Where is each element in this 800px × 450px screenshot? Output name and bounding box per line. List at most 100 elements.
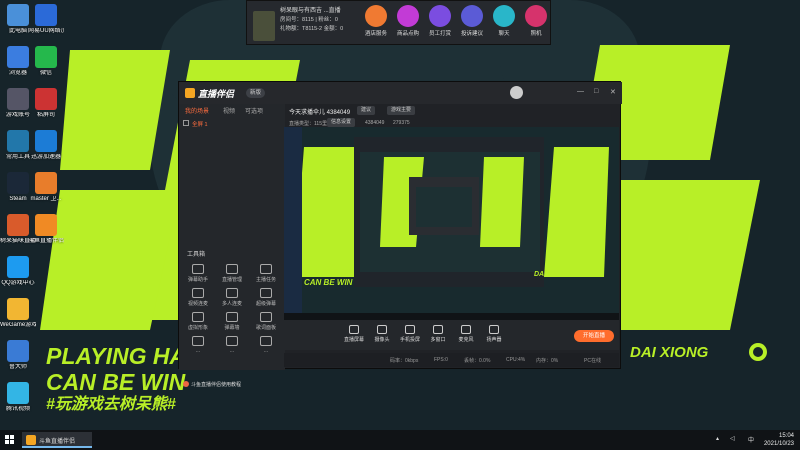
desktop-icon[interactable]: master 卫... (28, 172, 64, 203)
danmu-icon (192, 264, 204, 274)
start-stream-button[interactable]: 开始直播 (574, 330, 614, 342)
game-icon (7, 88, 29, 110)
info-icon (183, 381, 189, 387)
wall-icon (226, 312, 238, 322)
toolbox-item[interactable]: 弹幕墙 (217, 312, 247, 331)
network-icon[interactable]: ▴ (716, 435, 719, 442)
desktop-icon[interactable]: 迅游加速器 (28, 130, 64, 161)
viewer-count: 279375 (393, 120, 410, 126)
toolbar-button[interactable]: 照机 (519, 5, 553, 37)
task-icon (260, 264, 272, 274)
room-info-panel: 树呆眼与有西吉 ...直播 房间号：8115 | 粉丝：0 礼物额：T8115-… (246, 0, 551, 45)
taskbar-app-douyu[interactable]: 斗鱼直播伴侣 (22, 432, 92, 448)
version-badge[interactable]: 新版 (246, 88, 266, 98)
source-button[interactable]: 扬声器 (480, 325, 508, 343)
tutorial-link[interactable]: 斗鱼直播伴侣使用教程 (183, 381, 241, 388)
desktop-icon[interactable]: 鲁大师 (0, 340, 36, 371)
tab-video[interactable]: 视频 (223, 106, 235, 115)
toolbox-item-label: 弹幕助手 (187, 277, 208, 283)
desktop-icon[interactable]: 粘屏司 (28, 88, 64, 119)
checkbox-icon[interactable] (183, 120, 189, 126)
scene-item[interactable]: 全屏 1 (183, 120, 283, 130)
category-select[interactable]: 游戏主要 (387, 106, 416, 115)
svg-text:CAN BE WIN: CAN BE WIN (304, 278, 353, 287)
toolbar-button[interactable]: 投诉建议 (455, 5, 489, 37)
toolbox-item[interactable]: 弹幕助手 (183, 264, 213, 283)
toolbar-button[interactable]: 聊天 (487, 5, 521, 37)
maximize-button[interactable]: □ (594, 88, 598, 95)
source-button[interactable]: 多窗口 (424, 325, 452, 343)
toolbox-item[interactable]: 多人连麦 (217, 288, 247, 307)
desktop-icon[interactable]: 腾讯视频 (0, 382, 36, 413)
more2-icon (226, 336, 238, 346)
video-icon (7, 382, 29, 404)
room-type: 直播类型：115里程 (289, 121, 332, 127)
desktop: PLAYING HA CAN BE WIN #玩游戏去树呆熊# DAI XION… (0, 0, 800, 450)
avatar[interactable] (510, 86, 523, 99)
bag-icon (397, 5, 419, 27)
desktop-icon-label: WeGame游戏平台 (0, 322, 36, 328)
input-language[interactable]: 中 (748, 435, 754, 444)
source-button-label: 麦克风 (458, 337, 474, 343)
toolbox-item[interactable]: 超级弹幕 (251, 288, 281, 307)
desktop-icon[interactable]: 微信 (28, 46, 64, 77)
super-danmu-icon (260, 288, 272, 298)
toolbar-button[interactable]: 商品点购 (391, 5, 425, 37)
taskbar: 斗鱼直播伴侣 ▴ ◁ 中 15:04 2021/10/23 (0, 430, 800, 450)
app-logo: 直播伴侣 (185, 87, 234, 100)
svg-text:PLAYING HA: PLAYING HA (304, 268, 353, 277)
toolbox-item[interactable]: ... (183, 336, 213, 354)
feedback-icon (461, 5, 483, 27)
room-thumbnail (253, 11, 275, 41)
suggest-pill[interactable]: 建议 (357, 106, 376, 115)
source-button-label: 扬声器 (486, 337, 502, 343)
settings-pill[interactable]: 信息设置 (327, 118, 356, 127)
window-icon (433, 325, 443, 334)
toolbar-button[interactable]: 酒店服务 (359, 5, 393, 37)
toolbox-item[interactable]: 虚拟形象 (183, 312, 213, 331)
source-button[interactable]: 摄像头 (368, 325, 396, 343)
status-online: PC在线 (584, 358, 601, 364)
source-toolbar: 直播屏幕 摄像头 手机投屏 多窗口 麦克风 扬声器 (284, 320, 619, 350)
toolbox-item[interactable]: 直播管理 (217, 264, 247, 283)
lyrics-icon (260, 312, 272, 322)
toolbox-item[interactable]: 歌词面板 (251, 312, 281, 331)
toolbox-item[interactable]: 主播任务 (251, 264, 281, 283)
source-button[interactable]: 麦克风 (452, 325, 480, 343)
mic-icon (461, 325, 471, 334)
minimize-button[interactable]: — (577, 88, 584, 95)
avatar-icon (192, 312, 204, 322)
toolbox-item[interactable]: ... (217, 336, 247, 354)
toolbox-item-label: ... (263, 348, 269, 354)
toolbar-button[interactable]: 员工打赏 (423, 5, 457, 37)
desktop-icon[interactable]: 斗鱼直播伴侣 (28, 214, 64, 245)
banner-line-1: PLAYING HA (46, 343, 187, 369)
volume-icon[interactable]: ◁ (730, 435, 735, 442)
stream-preview: PLAYING HA CAN BE WIN DAI XIONG (284, 127, 619, 320)
source-button[interactable]: 手机投屏 (396, 325, 424, 343)
windows-start-icon[interactable] (5, 435, 15, 445)
toolbox-item[interactable]: ... (251, 336, 281, 354)
banner-left: PLAYING HA CAN BE WIN #玩游戏去树呆熊# (46, 343, 186, 415)
tab-scene[interactable]: 我的场景 (185, 106, 209, 115)
desktop-icon[interactable]: 网易UU网络加速 (28, 4, 64, 35)
tools-icon (7, 130, 29, 152)
toolbox-item[interactable]: 视频连麦 (183, 288, 213, 307)
glue-icon (35, 88, 57, 110)
source-button-label: 直播屏幕 (343, 337, 364, 343)
preview-artwork: PLAYING HA CAN BE WIN DAI XIONG (284, 127, 619, 320)
speaker-icon (489, 325, 499, 334)
system-clock[interactable]: 15:04 2021/10/23 (764, 432, 794, 448)
close-button[interactable]: ✕ (610, 88, 616, 96)
star-icon (429, 5, 451, 27)
logo-icon (185, 88, 195, 98)
toolbar-button-label: 商品点购 (396, 31, 419, 37)
stream-title[interactable]: 今天求播伞儿 4384049 (289, 107, 350, 116)
more3-icon (260, 336, 272, 346)
tab-options[interactable]: 可选项 (245, 106, 263, 115)
source-button[interactable]: 直播屏幕 (340, 325, 368, 343)
desktop-icon[interactable]: QQ游戏中心 (0, 256, 36, 287)
desktop-icon[interactable]: WeGame游戏平台 (0, 298, 36, 329)
manage-icon (226, 264, 238, 274)
source-button-label: 多窗口 (430, 337, 446, 343)
